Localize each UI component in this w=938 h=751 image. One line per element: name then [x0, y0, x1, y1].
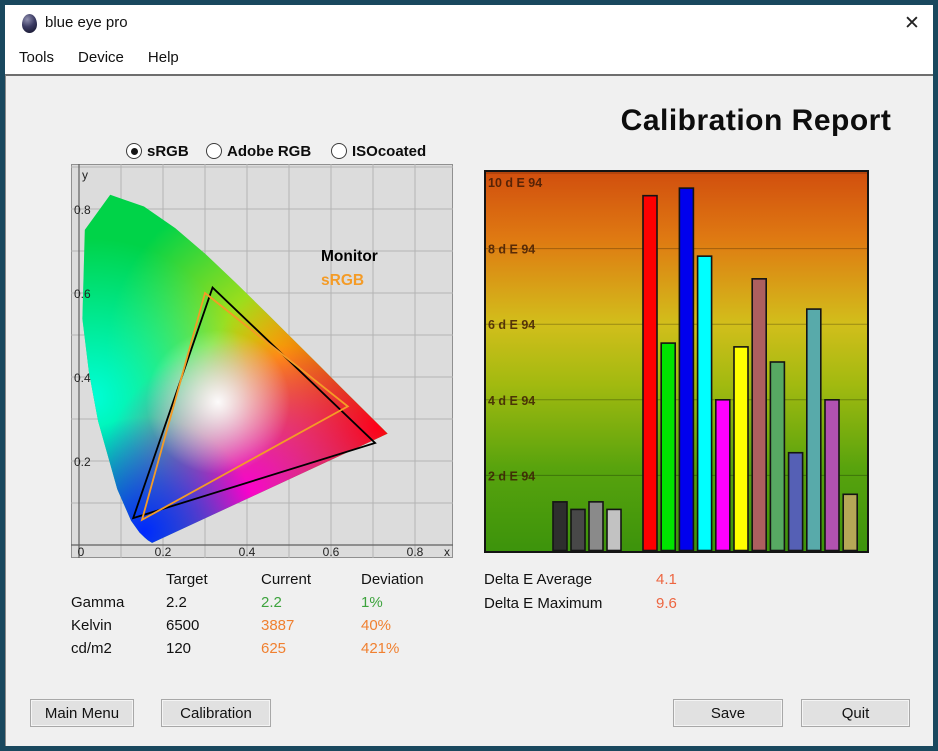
page-title: Calibration Report [591, 104, 921, 138]
cie-y-tick-04: 0.4 [74, 371, 91, 385]
main-menu-button[interactable]: Main Menu [30, 699, 134, 727]
col-header-target: Target [166, 568, 261, 591]
cie-y-tick-06: 0.6 [74, 287, 91, 301]
cie-x-tick-0: 0 [78, 545, 85, 558]
delta-average-label: Delta E Average [484, 568, 656, 592]
cdm2-target: 120 [166, 637, 261, 660]
legend-srgb: sRGB [321, 272, 364, 289]
cie-chromaticity-chart: y 0.8 0.6 0.4 0.2 0 0.2 0.4 0.6 0.8 x Mo… [71, 164, 453, 558]
cdm2-current: 625 [261, 637, 361, 660]
bar-axis-label-8: 8 d E 94 [488, 243, 535, 257]
gamma-current: 2.2 [261, 591, 361, 614]
menu-tools[interactable]: Tools [19, 49, 54, 66]
radio-isocoated-icon[interactable] [331, 143, 347, 159]
delta-e-bar-2 [571, 509, 585, 550]
window-title: blue eye pro [45, 14, 128, 31]
delta-e-bar-12 [770, 362, 784, 551]
quit-button[interactable]: Quit [801, 699, 910, 727]
results-table: Target Current Deviation Gamma 2.2 2.2 1… [71, 568, 469, 660]
radio-adobe-rgb[interactable]: Adobe RGB [206, 142, 311, 160]
radio-adobe-rgb-label: Adobe RGB [227, 143, 311, 160]
bar-axis-label-4: 4 d E 94 [488, 394, 535, 408]
cie-y-axis-label: y [82, 168, 88, 182]
bar-axis-label-10: 10 d E 94 [488, 176, 542, 190]
content-panel: Calibration Report sRGB Adobe RGB ISOcoa… [5, 74, 933, 746]
app-icon [22, 14, 37, 33]
delta-e-bar-8 [698, 256, 712, 550]
delta-average-value: 4.1 [656, 568, 716, 592]
delta-e-bar-13 [789, 453, 803, 551]
legend-monitor: Monitor [321, 248, 378, 265]
delta-e-bar-9 [716, 400, 730, 551]
delta-e-bar-15 [825, 400, 839, 551]
cie-x-tick-04: 0.4 [239, 545, 256, 558]
delta-e-bar-3 [589, 502, 603, 551]
row-label-kelvin: Kelvin [71, 614, 166, 637]
radio-srgb[interactable]: sRGB [126, 142, 189, 160]
delta-e-bar-11 [752, 279, 766, 551]
calibration-button[interactable]: Calibration [161, 699, 271, 727]
radio-adobe-rgb-icon[interactable] [206, 143, 222, 159]
radio-isocoated[interactable]: ISOcoated [331, 142, 426, 160]
gamma-target: 2.2 [166, 591, 261, 614]
delta-e-bar-chart: 2 d E 94 4 d E 94 6 d E 94 8 d E 94 10 d E 9… [484, 170, 869, 553]
row-label-cdm2: cd/m2 [71, 637, 166, 660]
cie-x-tick-08: 0.8 [407, 545, 424, 558]
kelvin-target: 6500 [166, 614, 261, 637]
cie-x-tick-02: 0.2 [155, 545, 172, 558]
save-button[interactable]: Save [673, 699, 783, 727]
bar-axis-label-6: 6 d E 94 [488, 318, 535, 332]
delta-e-bar-16 [843, 494, 857, 550]
delta-e-bar-14 [807, 309, 821, 550]
menu-device[interactable]: Device [78, 49, 124, 66]
col-header-current: Current [261, 568, 361, 591]
menu-bar: Tools Device Help [5, 40, 933, 74]
delta-e-bar-4 [607, 509, 621, 550]
menu-help[interactable]: Help [148, 49, 179, 66]
delta-e-bar-10 [734, 347, 748, 551]
cdm2-deviation: 421% [361, 637, 469, 660]
delta-summary: Delta E Average 4.1 Delta E Maximum 9.6 [484, 568, 716, 616]
delta-average-row: Delta E Average 4.1 [484, 568, 716, 592]
gamma-deviation: 1% [361, 591, 469, 614]
delta-e-bar-7 [679, 188, 693, 550]
cie-y-tick-08: 0.8 [74, 203, 91, 217]
cie-x-axis-label: x [444, 545, 450, 558]
delta-e-bar-1 [553, 502, 567, 551]
kelvin-deviation: 40% [361, 614, 469, 637]
title-bar: blue eye pro ✕ [5, 5, 933, 40]
table-corner [71, 568, 166, 591]
radio-isocoated-label: ISOcoated [352, 143, 426, 160]
row-label-gamma: Gamma [71, 591, 166, 614]
radio-srgb-icon[interactable] [126, 143, 142, 159]
kelvin-current: 3887 [261, 614, 361, 637]
col-header-deviation: Deviation [361, 568, 469, 591]
delta-maximum-value: 9.6 [656, 592, 716, 616]
close-button[interactable]: ✕ [893, 9, 931, 37]
delta-maximum-row: Delta E Maximum 9.6 [484, 592, 716, 616]
delta-maximum-label: Delta E Maximum [484, 592, 656, 616]
app-window: { "window": { "title": "blue eye pro", "… [0, 0, 938, 751]
bar-axis-label-2: 2 d E 94 [488, 469, 535, 483]
cie-x-tick-06: 0.6 [323, 545, 340, 558]
cie-y-tick-02: 0.2 [74, 455, 91, 469]
delta-e-bar-6 [661, 343, 675, 550]
radio-srgb-label: sRGB [147, 143, 189, 160]
delta-e-bar-5 [643, 196, 657, 551]
